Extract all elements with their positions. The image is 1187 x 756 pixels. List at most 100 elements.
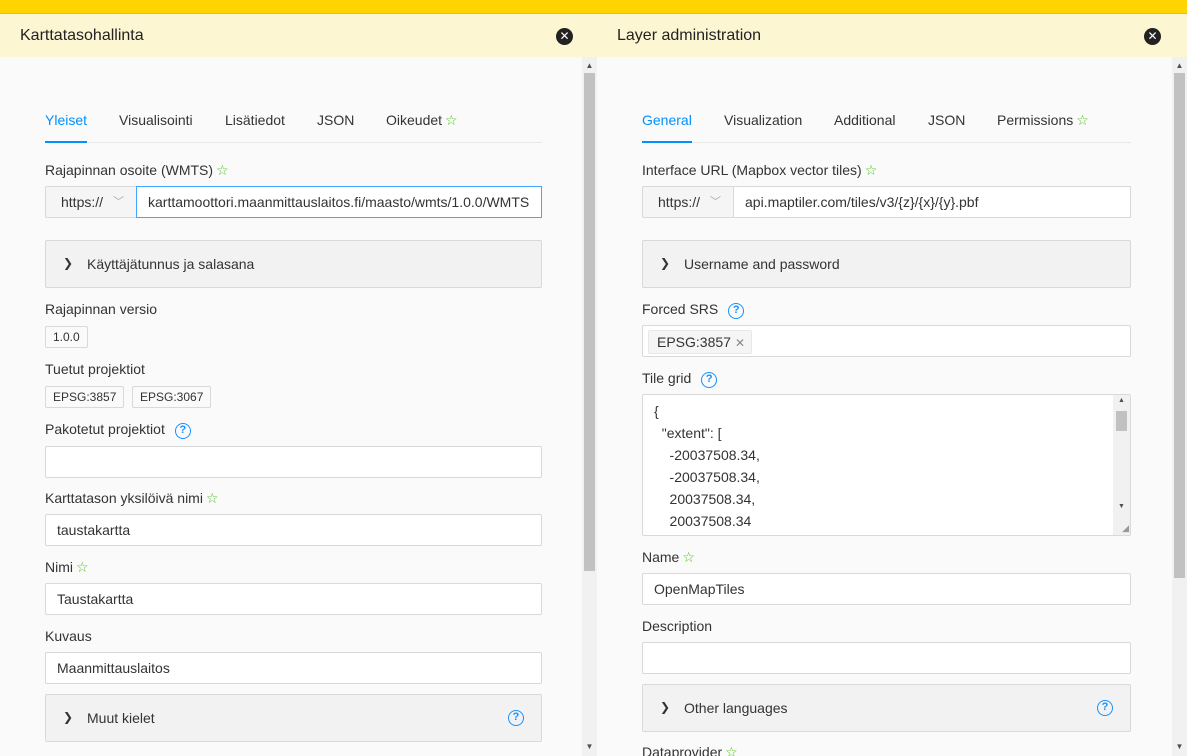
left-panel-content: Yleiset Visualisointi Lisätiedot JSON Oi… (0, 57, 597, 756)
credentials-collapse[interactable]: ❯ Username and password (642, 240, 1131, 288)
forced-projections-label: Pakotetut projektiot? (45, 421, 191, 439)
tile-grid-textarea[interactable]: { "extent": [ -20037508.34, -20037508.34… (642, 394, 1131, 536)
tab-general[interactable]: Yleiset (45, 112, 88, 143)
tab-json[interactable]: JSON (928, 112, 965, 128)
interface-url-input[interactable]: karttamoottori.maanmittauslaitos.fi/maas… (136, 186, 542, 218)
name-label: Name ☆ (642, 549, 695, 565)
scroll-down-icon[interactable]: ▼ (1113, 503, 1130, 510)
tab-visualization[interactable]: Visualisointi (119, 112, 193, 128)
question-circle-icon[interactable]: ? (1097, 700, 1113, 716)
dataprovider-label: Dataprovider ☆ (642, 744, 738, 756)
projections-label: Tuetut projektiot (45, 361, 145, 377)
scroll-down-icon[interactable]: ▼ (1172, 740, 1187, 754)
tab-general[interactable]: General (642, 112, 692, 143)
resize-handle-icon[interactable]: ◢ (1122, 523, 1129, 534)
close-icon[interactable]: ✕ (556, 28, 573, 45)
name-input[interactable]: OpenMapTiles (642, 573, 1131, 605)
scroll-thumb[interactable] (584, 73, 595, 571)
close-icon[interactable]: ✕ (735, 336, 745, 350)
unique-name-input[interactable]: taustakartta (45, 514, 542, 546)
chevron-right-icon: ❯ (63, 256, 74, 270)
scroll-up-icon[interactable]: ▲ (1172, 59, 1187, 73)
description-label: Description (642, 618, 713, 634)
srs-tag: EPSG:3857 ✕ (648, 330, 752, 354)
protocol-select[interactable]: https://﹀ (642, 186, 733, 218)
interface-url-group: https://﹀ karttamoottori.maanmittauslait… (45, 186, 542, 218)
unique-name-label: Karttatason yksilöivä nimi ☆ (45, 490, 219, 506)
star-icon: ☆ (205, 490, 219, 506)
question-circle-icon[interactable]: ? (728, 303, 745, 319)
tab-additional[interactable]: Additional (834, 112, 896, 128)
question-circle-icon[interactable]: ? (174, 423, 191, 439)
star-icon: ☆ (682, 549, 695, 565)
forced-srs-select[interactable]: EPSG:3857 ✕ (642, 325, 1131, 357)
interface-url-input[interactable]: api.maptiler.com/tiles/v3/{z}/{x}/{y}.pb… (733, 186, 1131, 218)
code-line: -20037508.34, (654, 469, 760, 485)
other-languages-label: Muut kielet (87, 710, 155, 726)
tab-bar: General Visualization Additional JSON Pe… (642, 112, 1131, 143)
projection-tag: EPSG:3067 (132, 386, 212, 408)
top-bar (0, 0, 1187, 14)
chevron-down-icon: ﹀ (710, 196, 721, 208)
code-line: { (654, 403, 659, 419)
tile-grid-label: Tile grid? (642, 370, 718, 388)
code-line: 20037508.34, (654, 491, 756, 507)
tab-permissions[interactable]: Oikeudet ☆ (386, 112, 458, 129)
chevron-right-icon: ❯ (660, 256, 671, 270)
credentials-label: Username and password (684, 256, 840, 272)
projection-tag: EPSG:3857 (45, 386, 125, 408)
chevron-right-icon: ❯ (660, 700, 671, 714)
star-icon: ☆ (864, 162, 878, 178)
scroll-up-icon[interactable]: ▲ (1113, 397, 1130, 404)
version-tag: 1.0.0 (45, 326, 88, 348)
panel-title: Layer administration (617, 27, 762, 44)
description-input[interactable]: Maanmittauslaitos (45, 652, 542, 684)
name-input[interactable]: Taustakartta (45, 583, 542, 615)
credentials-collapse[interactable]: ❯ Käyttäjätunnus ja salasana (45, 240, 542, 288)
panel-title: Karttatasohallinta (20, 27, 144, 44)
tab-json[interactable]: JSON (317, 112, 354, 128)
forced-projections-input[interactable] (45, 446, 542, 478)
right-scrollbar[interactable]: ▲ ▼ (1172, 57, 1187, 756)
close-icon[interactable]: ✕ (1144, 28, 1161, 45)
scroll-up-icon[interactable]: ▲ (582, 59, 597, 73)
description-label: Kuvaus (45, 628, 92, 644)
code-line: 20037508.34 (654, 513, 752, 529)
star-icon: ☆ (725, 744, 738, 756)
other-languages-collapse[interactable]: ❯ Muut kielet ? (45, 694, 542, 742)
tab-bar: Yleiset Visualisointi Lisätiedot JSON Oi… (45, 112, 542, 143)
credentials-label: Käyttäjätunnus ja salasana (87, 256, 255, 272)
right-panel-header: Layer administration ✕ (597, 14, 1187, 57)
chevron-right-icon: ❯ (63, 710, 74, 724)
other-languages-collapse[interactable]: ❯ Other languages ? (642, 684, 1131, 732)
tab-permissions[interactable]: Permissions ☆ (997, 112, 1089, 129)
star-icon: ☆ (76, 559, 89, 575)
code-line: -20037508.34, (654, 447, 760, 463)
scroll-down-icon[interactable]: ▼ (582, 740, 597, 754)
question-circle-icon[interactable]: ? (508, 710, 524, 726)
code-line: "extent": [ (654, 425, 722, 441)
description-input[interactable] (642, 642, 1131, 674)
star-icon: ☆ (1076, 112, 1089, 128)
star-icon: ☆ (216, 162, 229, 178)
interface-url-group: https://﹀ api.maptiler.com/tiles/v3/{z}/… (642, 186, 1131, 218)
scroll-thumb[interactable] (1174, 73, 1185, 578)
protocol-select[interactable]: https://﹀ (45, 186, 136, 218)
left-panel-header: Karttatasohallinta ✕ (0, 14, 597, 57)
forced-srs-label: Forced SRS? (642, 301, 745, 319)
interface-url-label: Interface URL (Mapbox vector tiles) ☆ (642, 162, 878, 178)
textarea-scrollbar[interactable]: ▲ ▼ (1113, 395, 1130, 535)
question-circle-icon[interactable]: ? (701, 372, 718, 388)
version-label: Rajapinnan versio (45, 301, 158, 317)
left-scrollbar[interactable]: ▲ ▼ (582, 57, 597, 756)
left-panel: Karttatasohallinta ✕ Yleiset Visualisoin… (0, 14, 597, 756)
right-panel: Layer administration ✕ General Visualiza… (597, 14, 1187, 756)
other-languages-label: Other languages (684, 700, 788, 716)
chevron-down-icon: ﹀ (113, 196, 124, 208)
star-icon: ☆ (445, 112, 458, 128)
tab-additional[interactable]: Lisätiedot (225, 112, 285, 128)
name-label: Nimi ☆ (45, 559, 89, 575)
scroll-thumb[interactable] (1116, 411, 1127, 431)
right-panel-content: General Visualization Additional JSON Pe… (597, 57, 1187, 756)
tab-visualization[interactable]: Visualization (724, 112, 802, 128)
